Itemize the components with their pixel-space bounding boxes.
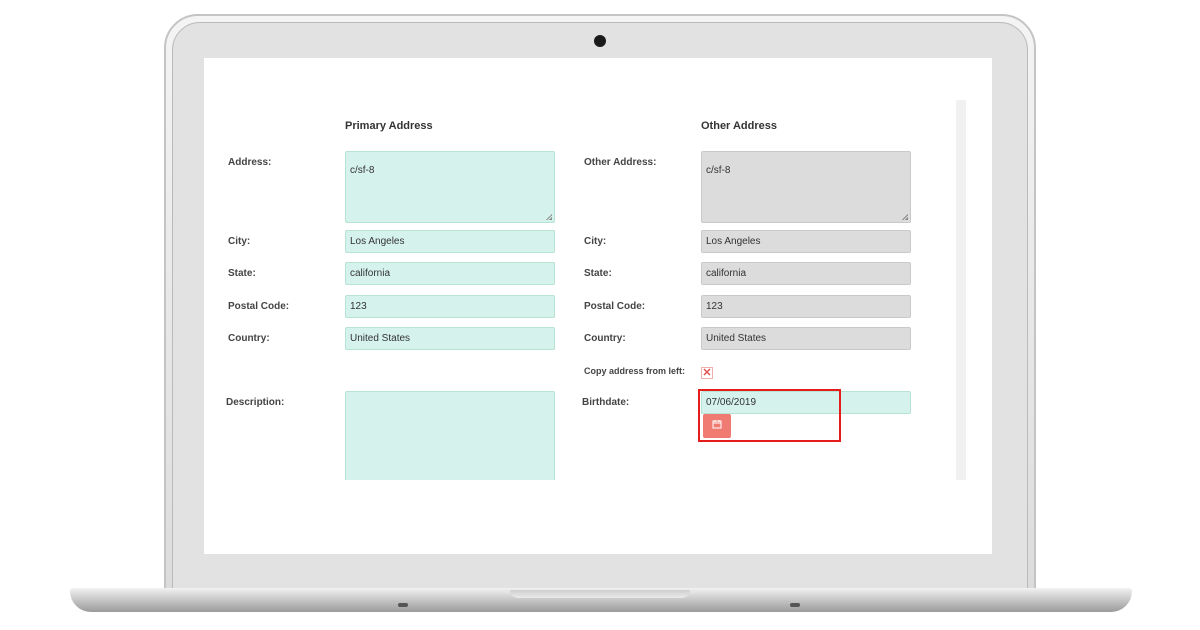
address-label: Address: bbox=[228, 157, 272, 168]
other-country-input[interactable]: United States bbox=[701, 327, 911, 350]
other-country-label: Country: bbox=[584, 333, 626, 344]
primary-address-title: Primary Address bbox=[345, 120, 433, 132]
other-address-textarea[interactable]: c/sf-8 bbox=[701, 151, 911, 223]
webcam-icon bbox=[594, 35, 606, 47]
other-address-value: c/sf-8 bbox=[706, 165, 731, 176]
other-postal-code-input[interactable]: 123 bbox=[701, 295, 911, 318]
country-label: Country: bbox=[228, 333, 270, 344]
state-label: State: bbox=[228, 268, 256, 279]
other-state-input[interactable]: california bbox=[701, 262, 911, 285]
copy-address-label: Copy address from left: bbox=[584, 366, 686, 376]
other-postal-code-label: Postal Code: bbox=[584, 301, 646, 312]
laptop-foot-left bbox=[398, 603, 408, 607]
resize-handle-icon[interactable] bbox=[546, 214, 552, 220]
resize-handle-icon[interactable] bbox=[902, 214, 908, 220]
postal-code-label: Postal Code: bbox=[228, 301, 290, 312]
address-textarea[interactable]: c/sf-8 bbox=[345, 151, 555, 223]
postal-code-input[interactable]: 123 bbox=[345, 295, 555, 318]
laptop-hinge-notch bbox=[510, 590, 690, 598]
scrollbar[interactable] bbox=[956, 100, 966, 480]
other-state-label: State: bbox=[584, 268, 612, 279]
city-input[interactable]: Los Angeles bbox=[345, 230, 555, 253]
birthdate-label: Birthdate: bbox=[582, 397, 630, 408]
other-city-input[interactable]: Los Angeles bbox=[701, 230, 911, 253]
city-label: City: bbox=[228, 236, 251, 247]
state-input[interactable]: california bbox=[345, 262, 555, 285]
birthdate-highlight-box bbox=[698, 389, 841, 442]
screen: Primary Address Other Address Address: c… bbox=[204, 58, 992, 554]
copy-address-checkbox-x-icon[interactable]: ✕ bbox=[701, 367, 713, 379]
description-label: Description: bbox=[226, 397, 285, 408]
laptop-foot-right bbox=[790, 603, 800, 607]
other-address-title: Other Address bbox=[701, 120, 778, 132]
content-cutoff bbox=[204, 480, 992, 554]
description-textarea[interactable] bbox=[345, 391, 555, 491]
country-input[interactable]: United States bbox=[345, 327, 555, 350]
address-value: c/sf-8 bbox=[350, 165, 375, 176]
other-city-label: City: bbox=[584, 236, 607, 247]
other-address-label: Other Address: bbox=[584, 157, 657, 168]
